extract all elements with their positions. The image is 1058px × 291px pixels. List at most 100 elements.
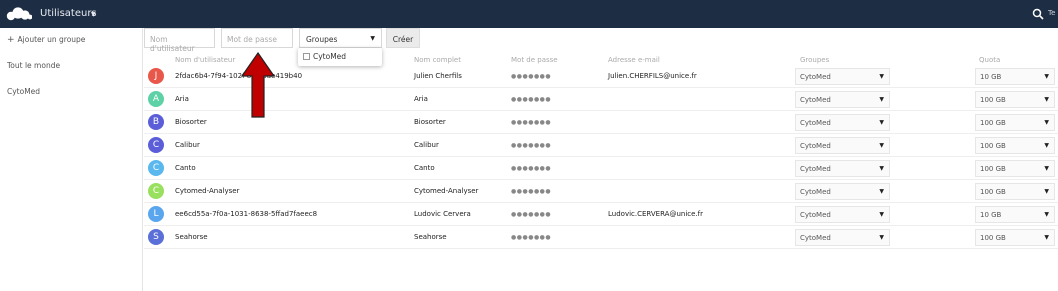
column-header-email[interactable]: Adresse e-mail (608, 56, 660, 64)
password-cell[interactable]: ●●●●●●● (511, 188, 551, 195)
chevron-down-icon: ▼ (879, 165, 884, 172)
sidebar-item-cytomed[interactable]: CytoMed (7, 87, 40, 96)
new-username-input[interactable]: Nom d'utilisateur (144, 28, 215, 53)
group-value: CytoMed (800, 188, 831, 196)
column-header-fullname[interactable]: Nom complet (414, 56, 461, 64)
create-user-button[interactable]: Créer (386, 28, 420, 48)
avatar: C (148, 183, 164, 199)
add-group-label: Ajouter un groupe (17, 35, 86, 44)
group-select[interactable]: CytoMed ▼ (795, 114, 890, 131)
password-cell[interactable]: ●●●●●●● (511, 73, 551, 80)
app-menu-title[interactable]: Utilisateurs (40, 8, 97, 19)
password-cell[interactable]: ●●●●●●● (511, 165, 551, 172)
quota-select[interactable]: 100 GB ▼ (975, 137, 1055, 154)
quota-value: 100 GB (980, 119, 1006, 127)
cloud-logo-icon[interactable] (6, 7, 32, 21)
quota-select[interactable]: 100 GB ▼ (975, 160, 1055, 177)
group-value: CytoMed (800, 142, 831, 150)
fullname-cell[interactable]: Seahorse (414, 233, 447, 241)
table-row: J 2fdac6b4-7f94-102f-86 7bae419b40 Julie… (144, 65, 1058, 88)
chevron-down-icon: ▼ (879, 188, 884, 195)
chevron-down-icon: ▼ (1044, 96, 1049, 103)
groups-select-label: Groupes (306, 35, 338, 44)
avatar: L (148, 206, 164, 222)
chevron-down-icon: ▼ (1044, 142, 1049, 149)
group-select[interactable]: CytoMed ▼ (795, 206, 890, 223)
top-bar: Utilisateurs ▼ Te (0, 0, 1058, 28)
chevron-down-icon: ▼ (1044, 188, 1049, 195)
table-row: C Canto Canto ●●●●●●● CytoMed ▼ 100 GB ▼ (144, 157, 1058, 180)
chevron-down-icon: ▼ (1044, 211, 1049, 218)
user-menu[interactable]: Te (1048, 9, 1055, 17)
username-cell: Biosorter (175, 118, 207, 126)
fullname-cell[interactable]: Calibur (414, 141, 439, 149)
password-cell[interactable]: ●●●●●●● (511, 96, 551, 103)
chevron-down-icon: ▼ (879, 119, 884, 126)
group-select[interactable]: CytoMed ▼ (795, 183, 890, 200)
avatar: C (148, 160, 164, 176)
column-header-quota[interactable]: Quota (979, 56, 1000, 64)
fullname-cell[interactable]: Biosorter (414, 118, 446, 126)
chevron-down-icon: ▼ (879, 211, 884, 218)
fullname-cell[interactable]: Ludovic Cervera (414, 210, 471, 218)
quota-select[interactable]: 100 GB ▼ (975, 183, 1055, 200)
quota-select[interactable]: 100 GB ▼ (975, 114, 1055, 131)
fullname-cell[interactable]: Julien Cherfils (414, 72, 462, 80)
chevron-down-icon: ▼ (1044, 165, 1049, 172)
cytomed-checkbox[interactable] (303, 53, 310, 60)
fullname-cell[interactable]: Cytomed-Analyser (414, 187, 478, 195)
group-value: CytoMed (800, 165, 831, 173)
username-cell: Canto (175, 164, 196, 172)
username-cell: Seahorse (175, 233, 208, 241)
email-cell[interactable]: Julien.CHERFILS@unice.fr (608, 72, 697, 80)
chevron-down-icon: ▼ (1044, 234, 1049, 241)
email-cell[interactable]: Ludovic.CERVERA@unice.fr (608, 210, 703, 218)
group-select[interactable]: CytoMed ▼ (795, 68, 890, 85)
avatar: C (148, 137, 164, 153)
username-cell: 2fdac6b4-7f94-102f-86 7bae419b40 (175, 72, 303, 80)
search-icon[interactable] (1032, 8, 1044, 20)
column-header-password[interactable]: Mot de passe (511, 56, 558, 64)
quota-value: 100 GB (980, 142, 1006, 150)
group-select[interactable]: CytoMed ▼ (795, 137, 890, 154)
add-group-button[interactable]: + Ajouter un groupe (7, 35, 85, 45)
quota-value: 100 GB (980, 96, 1006, 104)
quota-value: 100 GB (980, 165, 1006, 173)
sidebar: + Ajouter un groupe Tout le monde CytoMed (0, 28, 143, 291)
group-select[interactable]: CytoMed ▼ (795, 91, 890, 108)
fullname-cell[interactable]: Aria (414, 95, 428, 103)
table-row: L ee6cd55a-7f0a-1031-8638-5ffad7faeec8 L… (144, 203, 1058, 226)
chevron-down-icon: ▼ (1044, 73, 1049, 80)
avatar: J (148, 68, 164, 84)
chevron-down-icon[interactable]: ▼ (91, 11, 96, 18)
group-value: CytoMed (800, 73, 831, 81)
group-select[interactable]: CytoMed ▼ (795, 229, 890, 246)
quota-select[interactable]: 100 GB ▼ (975, 229, 1055, 246)
new-user-groups-select[interactable]: Groupes ▼ (299, 28, 382, 48)
chevron-down-icon: ▼ (879, 96, 884, 103)
table-row: C Cytomed-Analyser Cytomed-Analyser ●●●●… (144, 180, 1058, 203)
column-header-groups[interactable]: Groupes (800, 56, 829, 64)
quota-select[interactable]: 10 GB ▼ (975, 68, 1055, 85)
password-cell[interactable]: ●●●●●●● (511, 211, 551, 218)
chevron-down-icon: ▼ (879, 73, 884, 80)
red-arrow-annotation-icon (240, 52, 276, 118)
column-header-username[interactable]: Nom d'utilisateur (175, 56, 235, 64)
quota-value: 10 GB (980, 73, 1002, 81)
fullname-cell[interactable]: Canto (414, 164, 435, 172)
avatar: B (148, 114, 164, 130)
new-password-input[interactable]: Mot de passe (221, 28, 293, 48)
group-select[interactable]: CytoMed ▼ (795, 160, 890, 177)
password-cell[interactable]: ●●●●●●● (511, 234, 551, 241)
quota-select[interactable]: 100 GB ▼ (975, 91, 1055, 108)
chevron-down-icon: ▼ (879, 142, 884, 149)
group-value: CytoMed (800, 234, 831, 242)
password-cell[interactable]: ●●●●●●● (511, 119, 551, 126)
dropdown-option-cytomed[interactable]: CytoMed (313, 52, 346, 61)
sidebar-item-everyone[interactable]: Tout le monde (7, 61, 60, 70)
groups-dropdown: CytoMed (298, 48, 382, 66)
username-cell: Calibur (175, 141, 200, 149)
chevron-down-icon: ▼ (370, 35, 375, 42)
quota-select[interactable]: 10 GB ▼ (975, 206, 1055, 223)
password-cell[interactable]: ●●●●●●● (511, 142, 551, 149)
